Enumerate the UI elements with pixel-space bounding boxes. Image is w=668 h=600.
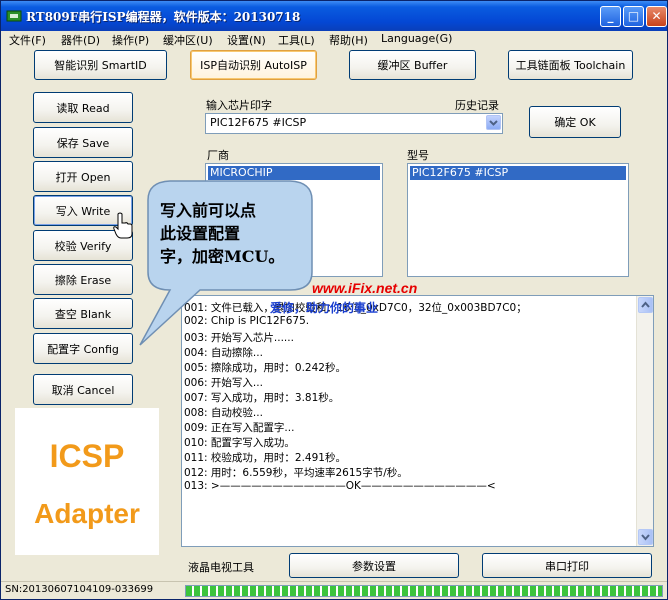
log-line: 002: Chip is PIC12F675.: [184, 315, 310, 327]
title-bar[interactable]: RT809F串行ISP编程器，软件版本：20130718 _ □ ✕: [1, 1, 667, 31]
log-line: 009: 正在写入配置字...: [184, 422, 295, 434]
log-scrollbar[interactable]: [636, 296, 653, 546]
serial-print-button[interactable]: 串口打印: [482, 553, 652, 578]
callout-line2: 此设置配置: [160, 224, 241, 243]
blank-button[interactable]: 查空 Blank: [33, 298, 133, 329]
icsp-adapter-logo: ICSP Adapter: [15, 408, 159, 555]
toolchain-button[interactable]: 工具链面板 Toolchain: [508, 50, 633, 80]
minimize-button[interactable]: _: [600, 6, 621, 27]
menu-language[interactable]: Language(G): [381, 32, 452, 45]
lcd-tools-label[interactable]: 液晶电视工具: [188, 559, 254, 575]
menu-buffer[interactable]: 缓冲区(U): [163, 32, 213, 48]
chip-combo[interactable]: PIC12F675 #ICSP: [205, 113, 503, 134]
menu-help[interactable]: 帮助(H): [329, 32, 368, 48]
menu-file[interactable]: 文件(F): [9, 32, 46, 48]
vendor-list-item[interactable]: MICROCHIP: [208, 166, 380, 180]
serial-number: SN:20130607104109-033699: [5, 584, 154, 595]
app-icon: [6, 10, 22, 22]
buffer-button[interactable]: 缓冲区 Buffer: [349, 50, 476, 80]
menu-bar: 文件(F) 器件(D) 操作(P) 缓冲区(U) 设置(N) 工具(L) 帮助(…: [1, 31, 667, 49]
chip-input-label: 输入芯片印字: [206, 99, 272, 112]
ok-button[interactable]: 确定 OK: [529, 106, 621, 138]
maximize-button[interactable]: □: [623, 6, 644, 27]
menu-tools[interactable]: 工具(L): [278, 32, 315, 48]
model-list-item[interactable]: PIC12F675 #ICSP: [410, 166, 626, 180]
log-line: 003: 开始写入芯片......: [184, 332, 294, 344]
logo-line2: Adapter: [34, 498, 140, 529]
cancel-button[interactable]: 取消 Cancel: [33, 374, 133, 405]
window-title: RT809F串行ISP编程器，软件版本：20130718: [26, 10, 301, 24]
save-button[interactable]: 保存 Save: [33, 127, 133, 158]
log-line: 007: 写入成功，用时：3.81秒。: [184, 392, 340, 404]
watermark-site: www.iFix.net.cn: [312, 280, 418, 296]
chip-combo-value: PIC12F675 #ICSP: [210, 116, 307, 129]
log-line: 010: 配置字写入成功。: [184, 437, 295, 449]
log-line: 013: >————————————OK————————————<: [184, 480, 496, 492]
progress-fill: [186, 586, 662, 596]
erase-button[interactable]: 擦除 Erase: [33, 264, 133, 295]
scroll-down-icon[interactable]: [638, 529, 653, 545]
log-line: 005: 擦除成功，用时：0.242秒。: [184, 362, 346, 374]
chevron-down-icon[interactable]: [486, 115, 501, 130]
menu-operation[interactable]: 操作(P): [112, 32, 149, 48]
log-line: 006: 开始写入...: [184, 377, 263, 389]
model-list[interactable]: PIC12F675 #ICSP: [407, 163, 629, 277]
log-line: 011: 校验成功，用时：2.491秒。: [184, 452, 346, 464]
logo-line1: ICSP: [49, 438, 125, 474]
log-line: 008: 自动校验...: [184, 407, 263, 419]
log-panel[interactable]: 001: 文件已载入，累加校验和：16位_0xD7C0，32位_0x003BD7…: [181, 295, 654, 547]
open-button[interactable]: 打开 Open: [33, 161, 133, 192]
menu-settings[interactable]: 设置(N): [227, 32, 266, 48]
history-label: 历史记录: [455, 99, 499, 112]
model-label: 型号: [407, 149, 429, 162]
log-line: 004: 自动擦除...: [184, 347, 263, 359]
scroll-up-icon[interactable]: [638, 297, 653, 313]
menu-device[interactable]: 器件(D): [61, 32, 100, 48]
progress-bar: [185, 585, 663, 597]
callout-line1: 写入前可以点: [160, 201, 257, 220]
hand-cursor-icon: [113, 212, 133, 239]
params-button[interactable]: 参数设置: [289, 553, 459, 578]
read-button[interactable]: 读取 Read: [33, 92, 133, 123]
smart-id-button[interactable]: 智能识别 SmartID: [34, 50, 167, 80]
watermark-slogan: 爱修，助力你的事业: [270, 301, 379, 315]
callout-line3: 字，加密MCU。: [160, 247, 285, 266]
log-line: 012: 用时：6.559秒，平均速率2615字节/秒。: [184, 467, 408, 479]
config-button[interactable]: 配置字 Config: [33, 333, 133, 364]
close-button[interactable]: ✕: [646, 6, 667, 27]
vendor-label: 厂商: [207, 149, 229, 162]
status-bar: SN:20130607104109-033699: [1, 581, 667, 599]
auto-isp-button[interactable]: ISP自动识别 AutoISP: [190, 50, 317, 80]
